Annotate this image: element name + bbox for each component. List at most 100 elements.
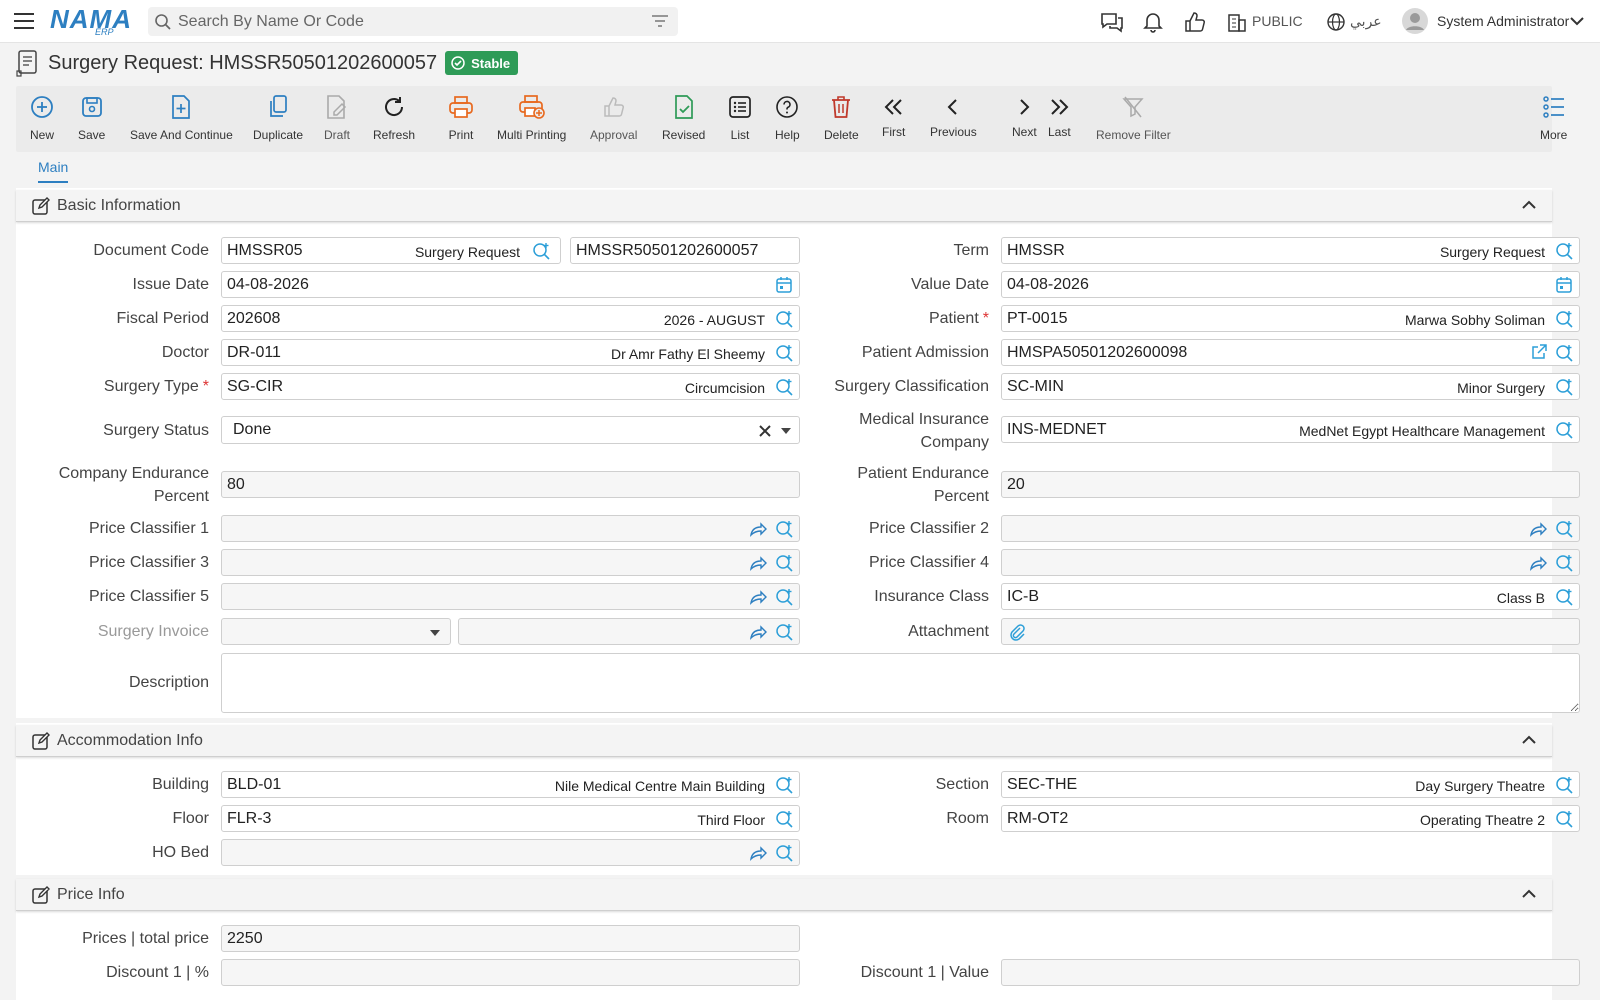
ho-bed-field[interactable] <box>221 839 800 866</box>
surgery-invoice-type-select[interactable] <box>221 618 451 645</box>
more-button[interactable]: More <box>1540 86 1567 152</box>
language-switch[interactable]: عربي <box>1350 13 1382 30</box>
issue-date-field[interactable]: 04-08-2026 <box>221 271 800 298</box>
description-textarea[interactable] <box>221 653 1580 713</box>
search-input[interactable] <box>178 7 638 36</box>
medical-insurance-company-field[interactable]: INS-MEDNET MedNet Egypt Healthcare Manag… <box>1001 416 1580 443</box>
lookup-icon[interactable] <box>775 810 793 828</box>
logo[interactable]: NAMA ERP <box>50 5 132 37</box>
chevron-up-icon[interactable] <box>1522 889 1536 899</box>
list-button[interactable]: List <box>728 86 752 152</box>
lookup-icon[interactable] <box>775 554 793 572</box>
save-and-continue-button[interactable]: Save And Continue <box>130 86 233 152</box>
paperclip-icon[interactable] <box>1008 623 1026 641</box>
delete-button[interactable]: Delete <box>824 86 859 152</box>
notification-icon[interactable] <box>1143 11 1163 33</box>
help-button[interactable]: Help <box>775 86 800 152</box>
caret-down-icon[interactable] <box>781 428 791 434</box>
lookup-icon[interactable] <box>1555 520 1573 538</box>
doctor-field[interactable]: DR-011 Dr Amr Fathy El Sheemy <box>221 339 800 366</box>
user-name[interactable]: System Administrator <box>1437 13 1569 29</box>
share-icon[interactable] <box>1529 520 1547 538</box>
lookup-icon[interactable] <box>1555 421 1573 439</box>
value-date-field[interactable]: 04-08-2026 <box>1001 271 1580 298</box>
discount-1-percent-field[interactable] <box>221 959 800 986</box>
price-classifier-5-field[interactable] <box>221 583 800 610</box>
lookup-icon[interactable] <box>1555 554 1573 572</box>
lookup-icon[interactable] <box>1555 310 1573 328</box>
avatar[interactable] <box>1402 8 1428 34</box>
duplicate-button[interactable]: Duplicate <box>253 86 303 152</box>
patient-field[interactable]: PT-0015 Marwa Sobhy Soliman <box>1001 305 1580 332</box>
lookup-icon[interactable] <box>775 520 793 538</box>
lookup-icon[interactable] <box>775 844 793 862</box>
lookup-icon[interactable] <box>1555 776 1573 794</box>
section-field[interactable]: SEC-THE Day Surgery Theatre <box>1001 771 1580 798</box>
price-classifier-1-field[interactable] <box>221 515 800 542</box>
previous-button[interactable]: Previous <box>930 86 977 152</box>
first-button[interactable]: First <box>882 86 905 152</box>
chevron-up-icon[interactable] <box>1522 735 1536 745</box>
lookup-icon[interactable] <box>1555 810 1573 828</box>
share-icon[interactable] <box>749 844 767 862</box>
revised-button[interactable]: Revised <box>662 86 705 152</box>
approval-button[interactable]: Approval <box>590 86 637 152</box>
insurance-class-field[interactable]: IC-B Class B <box>1001 583 1580 610</box>
lookup-icon[interactable] <box>775 623 793 641</box>
calendar-icon[interactable] <box>775 276 793 294</box>
filter-icon[interactable] <box>652 15 668 28</box>
building-field[interactable]: BLD-01 Nile Medical Centre Main Building <box>221 771 800 798</box>
share-icon[interactable] <box>749 623 767 641</box>
company-label[interactable]: PUBLIC <box>1252 13 1303 29</box>
clear-icon[interactable] <box>759 425 771 437</box>
lookup-icon[interactable] <box>775 776 793 794</box>
company-endurance-field[interactable]: 80 <box>221 471 800 498</box>
next-button[interactable]: Next <box>1012 86 1037 152</box>
price-info-header[interactable]: Price Info <box>16 879 1552 911</box>
attachment-field[interactable] <box>1001 618 1580 645</box>
external-link-icon[interactable] <box>1531 344 1547 360</box>
fiscal-period-field[interactable]: 202608 2026 - AUGUST <box>221 305 800 332</box>
new-button[interactable]: New <box>30 86 54 152</box>
last-button[interactable]: Last <box>1048 86 1071 152</box>
tab-main[interactable]: Main <box>38 159 69 183</box>
surgery-status-select[interactable]: Done <box>221 416 800 444</box>
share-icon[interactable] <box>749 520 767 538</box>
calendar-icon[interactable] <box>1555 276 1573 294</box>
lookup-icon[interactable] <box>1555 242 1573 260</box>
remove-filter-button[interactable]: Remove Filter <box>1096 86 1171 152</box>
price-classifier-2-field[interactable] <box>1001 515 1580 542</box>
document-code-field[interactable]: HMSSR05 Surgery Request <box>221 237 561 264</box>
lookup-icon[interactable] <box>1555 344 1573 362</box>
lookup-icon[interactable] <box>1555 378 1573 396</box>
price-classifier-4-field[interactable] <box>1001 549 1580 576</box>
chat-icon[interactable] <box>1100 11 1124 33</box>
save-button[interactable]: Save <box>78 86 105 152</box>
share-icon[interactable] <box>749 588 767 606</box>
surgery-invoice-field[interactable] <box>458 618 800 645</box>
patient-admission-field[interactable]: HMSPA50501202600098 <box>1001 339 1580 366</box>
multi-printing-button[interactable]: Multi Printing <box>497 86 566 152</box>
basic-information-header[interactable]: Basic Information <box>16 190 1552 222</box>
share-icon[interactable] <box>1529 554 1547 572</box>
refresh-button[interactable]: Refresh <box>373 86 415 152</box>
lookup-icon[interactable] <box>775 378 793 396</box>
term-field[interactable]: HMSSR Surgery Request <box>1001 237 1580 264</box>
surgery-type-field[interactable]: SG-CIR Circumcision <box>221 373 800 400</box>
total-price-field[interactable]: 2250 <box>221 925 800 952</box>
document-number-field[interactable]: HMSSR50501202600057 <box>570 237 800 264</box>
lookup-icon[interactable] <box>775 310 793 328</box>
draft-button[interactable]: Draft <box>324 86 350 152</box>
caret-down-icon[interactable] <box>430 630 440 636</box>
lookup-icon[interactable] <box>1555 588 1573 606</box>
lookup-icon[interactable] <box>532 242 550 260</box>
like-icon[interactable] <box>1184 11 1206 33</box>
print-button[interactable]: Print <box>448 86 474 152</box>
price-classifier-3-field[interactable] <box>221 549 800 576</box>
surgery-classification-field[interactable]: SC-MIN Minor Surgery <box>1001 373 1580 400</box>
menu-icon[interactable] <box>14 13 34 30</box>
patient-endurance-field[interactable]: 20 <box>1001 471 1580 498</box>
discount-1-value-field[interactable] <box>1001 959 1580 986</box>
lookup-icon[interactable] <box>775 588 793 606</box>
lookup-icon[interactable] <box>775 344 793 362</box>
